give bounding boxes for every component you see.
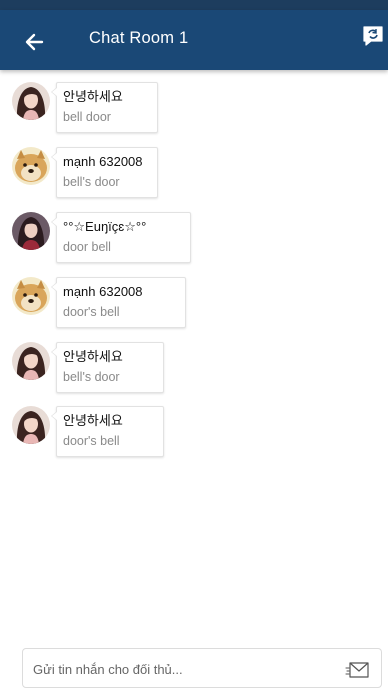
message-text: bell door	[63, 110, 111, 124]
avatar[interactable]	[12, 147, 50, 185]
send-button[interactable]	[345, 660, 371, 680]
message-bubble[interactable]: °°☆Euŋïçɛ☆°° door bell	[51, 212, 191, 263]
message-bubble[interactable]: mạnh 632008 door's bell	[51, 277, 186, 328]
send-icon	[345, 662, 369, 678]
doge-avatar-icon	[12, 147, 50, 185]
message-text: bell's door	[63, 370, 120, 384]
message-bubble[interactable]: mạnh 632008 bell's door	[51, 147, 158, 198]
status-strip	[0, 0, 388, 10]
message-list[interactable]: 안녕하세요 bell door mạnh 632008 bell's door	[0, 70, 388, 630]
avatar[interactable]	[12, 342, 50, 380]
back-button[interactable]	[22, 30, 48, 54]
message-sender: 안녕하세요	[63, 349, 123, 364]
message-sender: °°☆Euŋïçɛ☆°°	[63, 219, 147, 234]
message-input[interactable]	[33, 659, 333, 679]
avatar[interactable]	[12, 406, 50, 444]
avatar[interactable]	[12, 212, 50, 250]
message-bubble[interactable]: 안녕하세요 bell door	[51, 82, 158, 133]
message-bubble[interactable]: 안녕하세요 bell's door	[51, 342, 164, 393]
arrow-left-icon	[25, 33, 44, 51]
message-text: door's bell	[63, 305, 120, 319]
page-title: Chat Room 1	[89, 29, 189, 47]
refresh-button[interactable]	[360, 24, 386, 50]
message-text: door's bell	[63, 434, 120, 448]
doge-avatar-icon	[12, 277, 50, 315]
girl-avatar-icon	[12, 406, 50, 444]
message-sender: 안녕하세요	[63, 413, 123, 428]
message-text: door bell	[63, 240, 111, 254]
composer	[22, 648, 382, 688]
message-text: bell's door	[63, 175, 120, 189]
girl-avatar-icon	[12, 342, 50, 380]
message-sender: 안녕하세요	[63, 89, 123, 104]
avatar[interactable]	[12, 277, 50, 315]
girl-avatar-icon	[12, 82, 50, 120]
message-bubble[interactable]: 안녕하세요 door's bell	[51, 406, 164, 457]
girl-avatar-icon	[12, 212, 50, 250]
avatar[interactable]	[12, 82, 50, 120]
app-bar: Chat Room 1	[0, 10, 388, 70]
message-sender: mạnh 632008	[63, 154, 143, 169]
refresh-icon	[363, 26, 383, 46]
message-sender: mạnh 632008	[63, 284, 143, 299]
